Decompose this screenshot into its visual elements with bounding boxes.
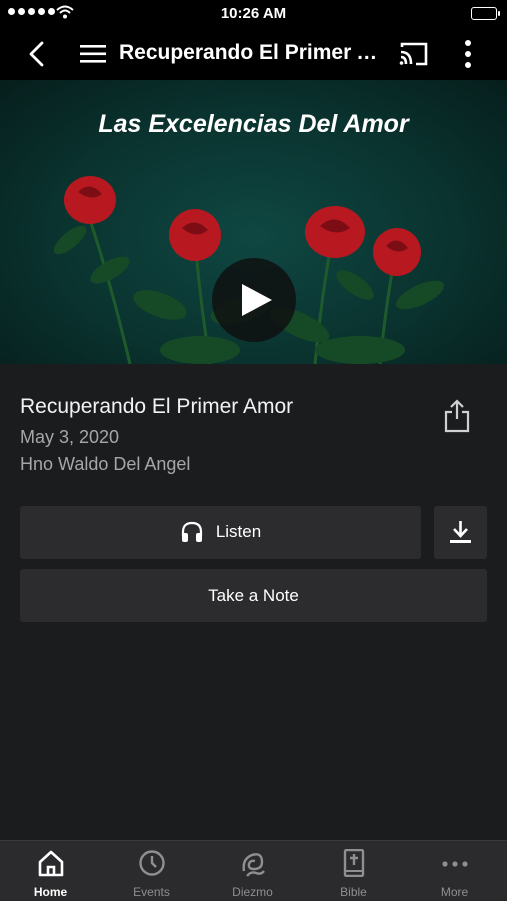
tab-diezmo[interactable]: Diezmo [202,841,303,901]
tab-home-label: Home [33,885,68,899]
tab-diezmo-label: Diezmo [232,885,273,899]
sermon-title: Recuperando El Primer Amor [20,395,294,418]
speaker-name: Hno Waldo Del Angel [20,454,191,474]
tab-home[interactable]: Home [0,841,101,901]
listen-button[interactable]: Listen [20,506,421,559]
bible-icon [343,849,365,877]
status-time: 10:26 AM [220,5,287,22]
diezmo-icon [242,853,265,877]
download-button[interactable] [434,506,487,559]
page-title: Recuperando El Primer A... [119,41,381,64]
tab-events[interactable]: Events [101,841,202,901]
tab-more-label: More [440,885,469,899]
headphones-icon [181,521,202,542]
back-chevron-icon[interactable] [24,40,52,68]
tab-bar: Home Events Diezmo Bible More [0,840,507,901]
status-bar: 10:26 AM [0,0,507,28]
play-button[interactable] [212,258,296,342]
cast-icon[interactable] [398,39,430,69]
more-dots-icon [442,861,468,867]
battery-icon [471,7,500,20]
sermon-details: Recuperando El Primer Amor May 3, 2020 H… [20,395,440,475]
download-icon [450,521,471,543]
artwork-title: Las Excelencias Del Amor [98,110,409,138]
sermon-date: May 3, 2020 [20,427,120,447]
tab-more[interactable]: More [404,841,505,901]
share-icon[interactable] [443,399,471,433]
tab-events-label: Events [133,885,170,899]
home-icon [38,850,64,877]
tab-bible[interactable]: Bible [303,841,404,901]
clock-icon [139,850,165,876]
hamburger-menu-icon[interactable] [78,40,108,68]
nav-bar: Recuperando El Primer A... [0,28,507,80]
tab-bible-label: Bible [340,885,367,899]
listen-label: Listen [215,522,262,541]
overflow-menu-icon[interactable] [456,38,480,70]
take-note-button[interactable]: Take a Note [20,569,487,622]
sermon-artwork: Las Excelencias Del Amor [0,80,507,364]
take-note-label: Take a Note [208,586,299,605]
play-icon [242,284,272,316]
